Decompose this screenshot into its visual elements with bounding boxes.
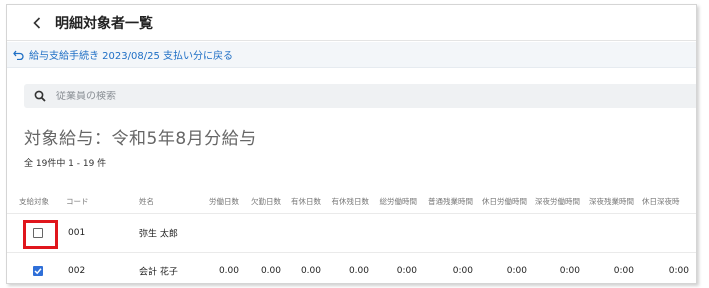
- column-header[interactable]: 普通残業時間: [425, 196, 473, 207]
- column-header[interactable]: 深夜労働時間: [532, 196, 580, 207]
- page-header: 明細対象者一覧: [7, 5, 696, 41]
- employee-name[interactable]: 弥生 太郎: [139, 227, 178, 240]
- check-icon: [34, 268, 42, 275]
- column-header[interactable]: 労働日数: [191, 196, 239, 207]
- night-work-hours: 0:00: [559, 266, 580, 276]
- working-days: 0.00: [218, 266, 239, 276]
- employee-code: 001: [68, 228, 86, 238]
- table-row[interactable]: 002 会計 花子 0.00 0.00 0.00 0.00 0:00 0:00 …: [7, 252, 696, 283]
- employee-code: 002: [68, 266, 86, 276]
- paid-leave-remaining: 0.00: [348, 266, 369, 276]
- overtime-hours: 0:00: [452, 266, 473, 276]
- page-title: 明細対象者一覧: [55, 15, 153, 32]
- app-window: 明細対象者一覧 給与支給手続き 2023/08/25 支払い分に戻る 対象給与：…: [6, 4, 697, 284]
- search-icon: [34, 90, 46, 102]
- return-link-label: 給与支給手続き 2023/08/25 支払い分に戻る: [29, 51, 233, 62]
- table-row[interactable]: 001 弥生 太郎: [7, 213, 696, 252]
- column-header[interactable]: 有休残日数: [321, 196, 370, 207]
- target-payroll-title: 対象給与：令和5年8月分給与: [24, 129, 257, 149]
- return-bar: 給与支給手続き 2023/08/25 支払い分に戻る: [7, 42, 696, 68]
- back-button[interactable]: [29, 13, 45, 33]
- column-header[interactable]: 姓名: [139, 196, 154, 207]
- paid-leave-days: 0.00: [300, 266, 321, 276]
- chevron-left-icon: [33, 16, 41, 29]
- column-header[interactable]: 有休日数: [273, 196, 321, 207]
- column-header[interactable]: 休日労働時間: [479, 196, 527, 207]
- search-input[interactable]: [56, 90, 656, 102]
- return-arrow-icon: [13, 50, 24, 60]
- employee-name[interactable]: 会計 花子: [139, 265, 178, 278]
- holiday-work-hours: 0:00: [506, 266, 527, 276]
- column-header[interactable]: 総労働時間: [369, 196, 418, 207]
- column-header[interactable]: コード: [66, 196, 89, 207]
- highlight-box: [23, 220, 58, 249]
- table-header-row: 支給対象 コード 姓名 労働日数 欠勤日数 有休日数 有休残日数 総労働時間 普…: [7, 193, 696, 213]
- column-header[interactable]: 休日深夜時: [642, 196, 680, 207]
- holiday-night-hours: 0:00: [668, 266, 689, 276]
- column-header[interactable]: 深夜残業時間: [586, 196, 634, 207]
- result-count: 全 19件中 1 - 19 件: [24, 159, 107, 169]
- pay-target-checkbox[interactable]: [33, 266, 43, 276]
- column-header[interactable]: 支給対象: [19, 196, 49, 207]
- return-link[interactable]: 給与支給手続き 2023/08/25 支払い分に戻る: [13, 47, 233, 62]
- night-overtime-hours: 0:00: [613, 266, 634, 276]
- search-box[interactable]: [24, 84, 696, 108]
- total-work-hours: 0:00: [396, 266, 417, 276]
